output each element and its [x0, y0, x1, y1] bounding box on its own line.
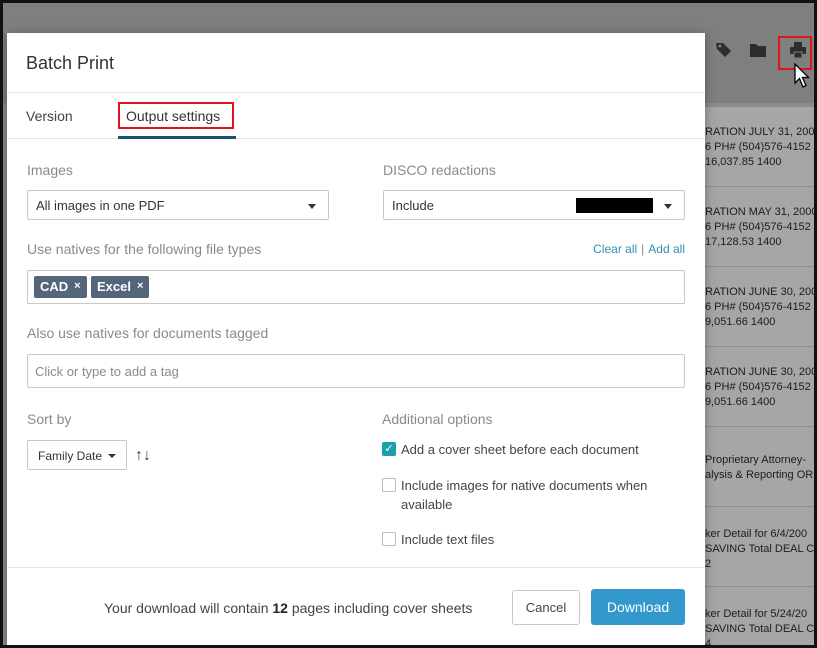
redactions-select[interactable]: Include: [383, 190, 685, 220]
redaction-bar: [576, 198, 653, 213]
chevron-down-icon: [308, 204, 316, 209]
tab-highlight-box: [118, 102, 234, 129]
redactions-select-value: Include: [392, 198, 434, 213]
list-item-line: 4: [705, 638, 712, 648]
background-document-list: RATION JULY 31, 2000 6 PH# (504)576-4152…: [703, 107, 814, 645]
list-item[interactable]: RATION MAY 31, 2000 6 PH# (504)576-4152 …: [703, 187, 814, 267]
output-settings-panel: Images All images in one PDF DISCO redac…: [7, 140, 705, 567]
list-item-line: RATION JULY 31, 2000: [705, 126, 814, 138]
sort-label: Sort by: [27, 411, 72, 427]
dialog-header: Batch Print: [7, 33, 705, 93]
list-item-line: 2: [705, 558, 712, 570]
tag-chip-label: CAD: [40, 279, 69, 294]
list-item[interactable]: RATION JUNE 30, 2000 6 PH# (504)576-4152…: [703, 347, 814, 427]
natives-label: Use natives for the following file types: [27, 241, 262, 257]
list-item-line: SAVING Total DEAL CO: [705, 623, 814, 635]
options-label: Additional options: [382, 411, 493, 427]
list-item-line: 6 PH# (504)576-4152: [705, 301, 811, 313]
link-separator: |: [641, 242, 645, 256]
close-icon[interactable]: ×: [137, 280, 143, 298]
list-item-line: ker Detail for 6/4/200: [705, 528, 808, 540]
summary-prefix: Your download will contain: [104, 600, 269, 616]
tag-chip-cad[interactable]: CAD ×: [34, 276, 87, 298]
list-item[interactable]: Proprietary Attorney- alysis & Reporting…: [703, 427, 814, 507]
chevron-down-icon: [664, 204, 672, 209]
cancel-button[interactable]: Cancel: [512, 590, 580, 625]
sort-select[interactable]: Family Date: [27, 440, 127, 470]
list-item-line: 6 PH# (504)576-4152: [705, 141, 811, 153]
tagged-label: Also use natives for documents tagged: [27, 325, 269, 341]
summary-suffix: pages including cover sheets: [291, 600, 473, 616]
list-item-line: 9,051.66 1400: [705, 396, 776, 408]
mouse-pointer-icon: [794, 62, 811, 94]
option-cover-sheet[interactable]: ✓ Add a cover sheet before each document: [382, 440, 691, 459]
sort-select-value: Family Date: [38, 449, 103, 463]
tag-icon[interactable]: [713, 39, 735, 61]
images-label: Images: [27, 162, 73, 178]
option-label: Include images for native documents when…: [401, 478, 648, 512]
dialog-title: Batch Print: [26, 53, 115, 73]
list-item-line: 16,037.85 1400: [705, 156, 782, 168]
list-item-line: RATION JUNE 30, 2000: [705, 366, 814, 378]
clear-all-link[interactable]: Clear all: [593, 242, 637, 256]
batch-print-dialog: Batch Print Version Output settings Imag…: [7, 33, 705, 645]
checkbox-icon[interactable]: [382, 478, 396, 492]
list-item-line: 17,128.53 1400: [705, 236, 782, 248]
images-select-value: All images in one PDF: [36, 198, 165, 213]
dialog-footer: Your download will contain 12 pages incl…: [7, 567, 705, 645]
list-item[interactable]: ker Detail for 6/4/200 SAVING Total DEAL…: [703, 507, 814, 587]
download-summary: Your download will contain 12 pages incl…: [104, 600, 472, 616]
tag-input-placeholder: Click or type to add a tag: [35, 364, 179, 379]
tag-input[interactable]: Click or type to add a tag: [27, 354, 685, 388]
folder-icon[interactable]: [747, 39, 769, 61]
list-item-line: SAVING Total DEAL CO: [705, 543, 814, 555]
download-button[interactable]: Download: [591, 589, 685, 625]
list-item[interactable]: RATION JULY 31, 2000 6 PH# (504)576-4152…: [703, 107, 814, 187]
list-item-line: Proprietary Attorney-: [705, 454, 806, 466]
list-item-line: 6 PH# (504)576-4152: [705, 221, 811, 233]
checkbox-icon[interactable]: [382, 532, 396, 546]
list-item-line: 9,051.66 1400: [705, 316, 776, 328]
redactions-label: DISCO redactions: [383, 162, 496, 178]
list-item-line: 6 PH# (504)576-4152: [705, 381, 811, 393]
option-label: Include text files: [401, 532, 495, 547]
page-count: 12: [272, 600, 288, 616]
tag-chip-excel[interactable]: Excel ×: [91, 276, 150, 298]
list-item-line: ker Detail for 5/24/20: [705, 608, 808, 620]
checkbox-checked-icon[interactable]: ✓: [382, 442, 396, 456]
option-label: Add a cover sheet before each document: [401, 442, 639, 457]
sort-order-icon[interactable]: ↑↓: [135, 447, 151, 465]
tab-version[interactable]: Version: [26, 108, 73, 124]
natives-links: Clear all | Add all: [593, 242, 685, 256]
images-select[interactable]: All images in one PDF: [27, 190, 329, 220]
list-item[interactable]: RATION JUNE 30, 2000 6 PH# (504)576-4152…: [703, 267, 814, 347]
option-text-files[interactable]: Include text files: [382, 530, 691, 549]
close-icon[interactable]: ×: [74, 280, 80, 298]
list-item-line: alysis & Reporting OR: [705, 469, 814, 481]
add-all-link[interactable]: Add all: [648, 242, 685, 256]
list-item-line: RATION MAY 31, 2000: [705, 206, 814, 218]
app-window: RATION JULY 31, 2000 6 PH# (504)576-4152…: [0, 0, 817, 648]
chevron-down-icon: [108, 454, 116, 458]
dialog-tabs: Version Output settings: [7, 93, 705, 139]
list-item[interactable]: ker Detail for 5/24/20 SAVING Total DEAL…: [703, 587, 814, 648]
list-item-line: RATION JUNE 30, 2000: [705, 286, 814, 298]
tag-chip-label: Excel: [97, 279, 131, 294]
option-native-images[interactable]: Include images for native documents when…: [382, 476, 691, 514]
active-tab-indicator: [118, 136, 236, 139]
native-filetypes-input[interactable]: CAD × Excel ×: [27, 270, 685, 304]
